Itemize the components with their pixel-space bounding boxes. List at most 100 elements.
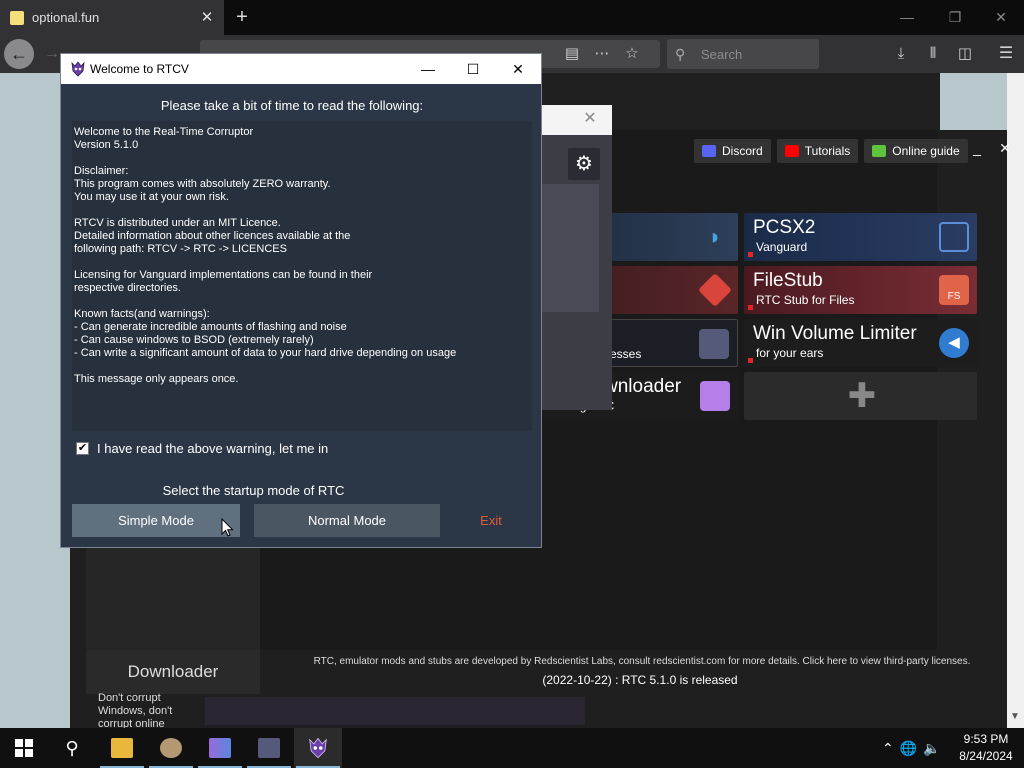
hamburger-menu-icon[interactable]: ☰ [992,40,1020,68]
license-line: - Can cause windows to BSOD (extremely r… [74,334,314,346]
ps-icon [699,329,729,359]
bookmark-star-icon[interactable]: ☆ [622,40,642,68]
search-input[interactable]: ⚲ Search [667,39,819,69]
pcsx2-title: PCSX2 [753,217,816,238]
filestub-title: FileStub [753,270,823,291]
launcher-minimize-button[interactable]: _ [965,140,989,162]
license-line: respective directories. [74,282,181,294]
dialog-minimize-button[interactable]: — [405,54,451,84]
license-line: This program comes with absolutely ZERO … [74,178,331,190]
rtcv-app-icon [71,61,85,77]
normal-mode-button[interactable]: Normal Mode [254,504,440,537]
pcsx2-subtitle: Vanguard [756,240,808,254]
page-favicon-icon [10,10,24,25]
pcsx2-tile[interactable]: PCSX2 Vanguard [744,213,977,261]
license-line: - Can generate incredible amounts of fla… [74,321,347,333]
network-icon[interactable]: 🌐 [900,740,917,757]
launcher-close-button[interactable]: ✕ [993,140,1017,162]
tab-close-icon[interactable]: ✕ [196,7,218,29]
clock-date: 8/24/2024 [959,749,1013,763]
tray-chevron-icon[interactable]: ⌃ [882,740,894,757]
license-line [74,152,530,165]
tutorials-button[interactable]: Tutorials [776,139,859,163]
downloader-side-text: Don't corrupt Windows, don't corrupt onl… [98,692,173,730]
search-placeholder: Search [701,46,743,62]
taskbar-app-ps[interactable] [245,728,293,768]
exit-button[interactable]: Exit [452,504,530,537]
launcher-footer-text[interactable]: RTC, emulator mods and stubs are develop… [310,656,974,667]
volume-muted-icon[interactable]: 🔈 [923,740,940,757]
browser-close-button[interactable]: ✕ [978,3,1024,31]
taskbar-clock[interactable]: 9:53 PM 8/24/2024 [950,731,1022,765]
warning-ack-checkbox[interactable]: ✔ [76,442,89,455]
license-line: RTCV is distributed under an MIT Licence… [74,217,281,229]
dialog-close-button[interactable]: ✕ [495,54,541,84]
license-line [74,256,530,269]
browser-restore-button[interactable]: ❐ [932,3,978,31]
launcher-bottom-bar [205,697,585,725]
simple-mode-button[interactable]: Simple Mode [72,504,240,537]
dialog-maximize-button[interactable]: ☐ [450,54,496,84]
dialog-title: Welcome to RTCV [90,62,189,76]
start-button[interactable] [0,728,48,768]
browser-tab-bar: optional.fun ✕ + — ❐ ✕ [0,0,1024,35]
browser-tab[interactable]: optional.fun ✕ [0,0,224,35]
mouse-cursor-icon [221,518,234,537]
inner-dialog-close-icon[interactable]: ✕ [580,108,600,128]
page-scrollbar[interactable] [1007,73,1024,728]
taskbar-app-vanguard[interactable] [196,728,244,768]
add-tile[interactable]: ✚ [744,372,977,420]
status-dot [748,358,753,363]
online-guide-button[interactable]: Online guide [864,139,968,163]
license-line: You may use it at your own risk. [74,191,229,203]
guide-icon [872,145,887,157]
tutorials-label: Tutorials [804,144,851,158]
settings-gear-icon[interactable]: ⚙ [568,148,600,180]
license-line: - Can write a significant amount of data… [74,347,457,359]
reader-view-icon[interactable]: ▤ [562,40,582,68]
page-actions-icon[interactable]: ⋯ [592,40,612,68]
license-line: Version 5.1.0 [74,139,139,151]
ps-app-icon [258,738,280,758]
warning-ack-row[interactable]: ✔ I have read the above warning, let me … [76,441,328,456]
taskbar-app-raccoon[interactable] [147,728,195,768]
license-line [74,360,530,373]
pcsx2-logo-icon [939,222,969,252]
discord-button[interactable]: Discord [694,139,771,163]
scroll-down-arrow-icon[interactable]: ▼ [1010,711,1020,722]
file-stub-icon: FS [939,275,969,305]
filestub-subtitle: RTC Stub for Files [756,293,855,307]
license-text-box[interactable]: Welcome to the Real-Time Corruptor Versi… [72,121,532,431]
new-tab-button[interactable]: + [230,5,254,29]
tab-title: optional.fun [32,10,100,25]
discord-label: Discord [722,144,763,158]
back-button[interactable]: ← [4,39,34,69]
inner-dialog-titlebar [541,105,612,135]
discord-icon [702,145,716,157]
license-line: Licensing for Vanguard implementations c… [74,269,373,281]
dolphin-icon: ◗ [708,224,722,249]
sidebar-icon[interactable]: ◫ [952,40,978,68]
win-volume-limiter-title: Win Volume Limiter [753,323,917,344]
warning-ack-label[interactable]: I have read the above warning, let me in [97,441,328,456]
win-volume-limiter-subtitle: for your ears [756,346,824,360]
taskbar-search-icon[interactable]: ⚲ [48,728,96,768]
folder-icon [111,738,133,758]
plus-icon: ✚ [847,377,877,415]
cube-icon [700,381,730,411]
filestub-tile[interactable]: FileStub RTC Stub for Files FS [744,266,977,314]
windows-logo-icon [15,739,33,757]
taskbar-file-explorer[interactable] [98,728,146,768]
launcher-news-line: (2022-10-22) : RTC 5.1.0 is released [542,673,738,687]
taskbar-app-rtcv[interactable] [294,728,342,768]
raccoon-app-icon [160,738,182,758]
license-line [74,204,530,217]
speaker-icon: ◀ [939,328,969,358]
browser-minimize-button[interactable]: — [884,3,930,31]
rtcv-app-icon [309,737,327,759]
startup-mode-label: Select the startup mode of RTC [162,483,345,498]
win-volume-limiter-tile[interactable]: Win Volume Limiter for your ears ◀ [744,319,977,367]
library-icon[interactable]: ⫴ [920,40,946,68]
downloads-icon[interactable]: ⤓ [888,40,914,68]
downloader-side-title[interactable]: Downloader [86,650,260,694]
